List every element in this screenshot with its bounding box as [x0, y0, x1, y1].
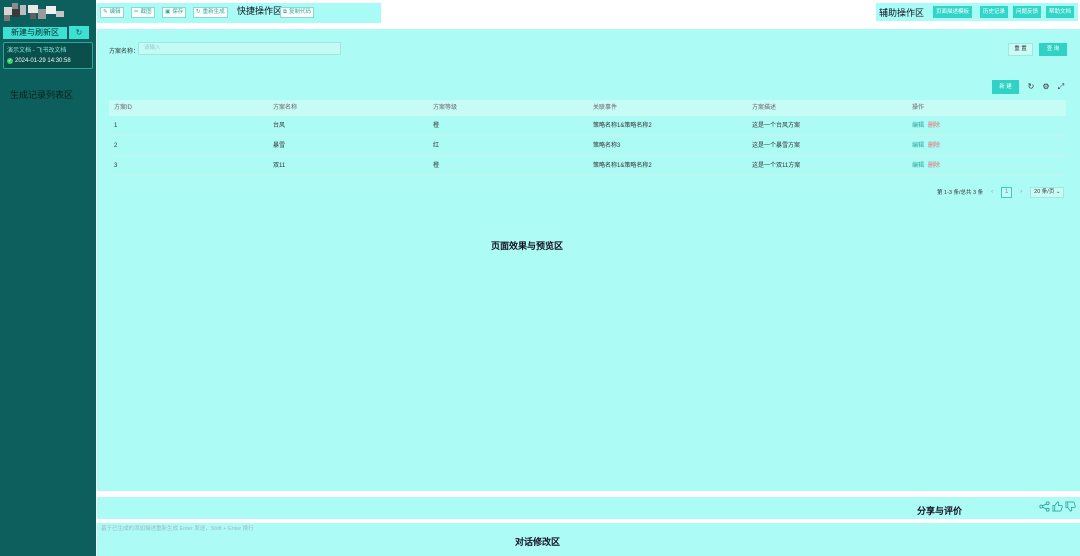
preview-area: 方案名称： 请输入 重 置 查 询 新 建 ↻ ⚙ ⤢ 方案ID 方案名称 方案… — [97, 29, 1080, 491]
doc-time-text: 2024-01-29 14:30:58 — [15, 58, 71, 64]
chat-modify-label: 对话修改区 — [515, 537, 561, 547]
check-circle-icon: ✓ — [7, 58, 13, 64]
cell-actions: 编辑 删除 — [907, 136, 1066, 155]
edit-button[interactable]: ✎ 编辑 — [100, 7, 124, 18]
query-button[interactable]: 查 询 — [1039, 43, 1067, 56]
col-header: 关联事件 — [593, 105, 618, 111]
col-header: 方案等级 — [433, 105, 458, 111]
row-edit-link[interactable]: 编辑 — [912, 163, 924, 169]
cell-level: 橙 — [433, 163, 440, 169]
logo-icon — [4, 3, 64, 21]
row-delete-link[interactable]: 删除 — [928, 163, 940, 169]
cell-name: 双11 — [273, 163, 286, 169]
reset-button[interactable]: 重 置 — [1008, 43, 1033, 56]
preview-area-label: 页面效果与预览区 — [491, 241, 564, 251]
table-header: 方案ID 方案名称 方案等级 关联事件 方案描述 操作 — [109, 100, 1066, 116]
refresh-icon: ↻ — [75, 28, 83, 37]
page-desc-template-button[interactable]: 页面描述模板 — [933, 6, 973, 18]
prev-page-button[interactable]: ‹ — [987, 187, 997, 198]
current-page[interactable]: 1 — [1001, 186, 1013, 198]
col-header: 方案ID — [114, 105, 133, 111]
page-size-select[interactable]: 20 条/页 ⌄ — [1030, 186, 1065, 198]
pencil-icon: ✎ — [103, 9, 108, 15]
cell-event: 策略名称1&策略名称2 — [593, 123, 652, 129]
cell-event: 策略名称3 — [593, 143, 621, 149]
new-plan-button[interactable]: 新 建 — [992, 80, 1019, 94]
quick-action-toolbar: ✎ 编辑 ✂ 截图 ▣ 保存 ↻ 重新生成 快捷操作区 ⧉ 复制代码 — [97, 3, 381, 23]
cell-level: 红 — [433, 143, 440, 149]
regenerate-button[interactable]: ↻ 重新生成 — [193, 7, 228, 18]
screenshot-button[interactable]: ✂ 截图 — [131, 7, 155, 18]
settings-icon[interactable]: ⚙ — [1041, 82, 1051, 92]
scissors-icon: ✂ — [134, 9, 139, 15]
col-header: 方案名称 — [273, 105, 298, 111]
cell-name: 暴雪 — [273, 143, 286, 149]
history-button[interactable]: 历史记录 — [980, 6, 1009, 18]
cell-id: 1 — [114, 123, 118, 129]
refresh-button[interactable]: ↻ — [69, 26, 89, 39]
generation-list-label: 生成记录列表区 — [10, 90, 74, 100]
quick-action-label: 快捷操作区 — [237, 6, 283, 16]
row-delete-link[interactable]: 删除 — [928, 143, 940, 149]
help-doc-button[interactable]: 帮助文档 — [1046, 6, 1075, 18]
cell-id: 3 — [114, 163, 118, 169]
refresh-icon: ↻ — [196, 9, 201, 15]
auxiliary-actions: 辅助操作区 页面描述模板 历史记录 问题反馈 帮助文档 — [876, 3, 1078, 21]
cell-name: 台风 — [273, 123, 286, 129]
pagination-summary: 第 1-3 条/总共 3 条 — [937, 190, 984, 196]
new-refresh-button[interactable]: 新建与刷新区 — [3, 27, 67, 39]
share-rating-bar: 分享与评价 — [97, 497, 1080, 519]
search-label: 方案名称： — [109, 49, 140, 55]
cell-desc: 这是一个暴雪方案 — [752, 143, 801, 149]
cell-desc: 这是一个台风方案 — [752, 123, 801, 129]
table-row: 1 台风 橙 策略名称1&策略名称2 这是一个台风方案 编辑 删除 — [109, 116, 1066, 136]
reload-icon[interactable]: ↻ — [1026, 82, 1036, 92]
cell-actions: 编辑 删除 — [907, 156, 1066, 175]
col-header: 方案描述 — [752, 105, 777, 111]
pagination: 第 1-3 条/总共 3 条 ‹ 1 › 20 条/页 ⌄ — [937, 186, 1065, 198]
cell-level: 橙 — [433, 123, 440, 129]
share-icon[interactable] — [1039, 501, 1050, 512]
cell-desc: 这是一个双11方案 — [752, 163, 801, 169]
thumbs-up-icon[interactable] — [1052, 501, 1063, 512]
next-page-button[interactable]: › — [1016, 187, 1026, 198]
copy-code-button[interactable]: ⧉ 复制代码 — [280, 7, 314, 18]
auxiliary-label: 辅助操作区 — [879, 8, 925, 18]
row-edit-link[interactable]: 编辑 — [912, 143, 924, 149]
col-header: 操作 — [912, 105, 925, 111]
cell-actions: 编辑 删除 — [907, 116, 1066, 135]
cell-id: 2 — [114, 143, 118, 149]
chat-modify-area[interactable]: 基于已生成的添加描述重新生成 Enter 发送，Shift + Enter 换行… — [97, 523, 1080, 556]
save-icon: ▣ — [165, 9, 171, 15]
table-row: 2 暴雪 红 策略名称3 这是一个暴雪方案 编辑 删除 — [109, 136, 1066, 156]
thumbs-down-icon[interactable] — [1065, 501, 1076, 512]
doc-timestamp: ✓ 2024-01-29 14:30:58 — [7, 58, 71, 64]
cell-event: 策略名称1&策略名称2 — [593, 163, 652, 169]
share-rating-label: 分享与评价 — [917, 506, 963, 516]
save-button[interactable]: ▣ 保存 — [162, 7, 187, 18]
generated-doc-card[interactable]: 演示文档 - 飞书改文档 ✓ 2024-01-29 14:30:58 — [3, 42, 93, 69]
doc-title: 演示文档 - 飞书改文档 — [7, 48, 67, 54]
table-row: 3 双11 橙 策略名称1&策略名称2 这是一个双11方案 编辑 删除 — [109, 156, 1066, 176]
copy-icon: ⧉ — [283, 9, 287, 15]
plan-name-search-input[interactable]: 请输入 — [138, 42, 341, 55]
chat-input-placeholder[interactable]: 基于已生成的添加描述重新生成 Enter 发送，Shift + Enter 换行 — [101, 524, 254, 532]
row-delete-link[interactable]: 删除 — [928, 123, 940, 129]
row-edit-link[interactable]: 编辑 — [912, 123, 924, 129]
feedback-button[interactable]: 问题反馈 — [1013, 6, 1042, 18]
fullscreen-icon[interactable]: ⤢ — [1056, 82, 1066, 92]
sidebar: 新建与刷新区 ↻ 演示文档 - 飞书改文档 ✓ 2024-01-29 14:30… — [0, 0, 96, 556]
plan-table: 方案ID 方案名称 方案等级 关联事件 方案描述 操作 1 台风 橙 策略名称1… — [109, 100, 1066, 176]
